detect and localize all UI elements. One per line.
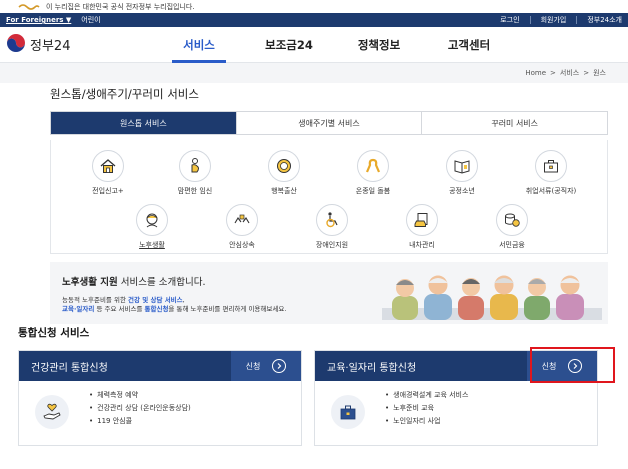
card-title: 교육·일자리 통합신청 [327, 362, 417, 374]
promo-highlight: 통합신청 [144, 305, 169, 313]
service-label: 공정소년 [449, 187, 475, 195]
baby-icon [268, 150, 300, 182]
card-item-list: 체력측정 예약 건강관리 상담 (온라인운동상담) 119 안심콜 [89, 389, 191, 428]
service-grid: 전입신고+ 맘편한 임신 행복출산 온종일 돌봄 공정소년 취업서류(공직자) … [50, 140, 608, 254]
service-label: 행복출산 [271, 187, 297, 195]
gov-banner-text: 이 누리집은 대한민국 공식 전자정부 누리집입니다. [46, 2, 195, 11]
highlight-box [530, 347, 615, 383]
intro-link[interactable]: 정부24소개 [587, 15, 622, 25]
utility-bar: For Foreigners ▼ 어린이 로그인 회원가입 정부24소개 [0, 13, 628, 27]
main-nav: 서비스 보조금24 정책정보 고객센터 [154, 27, 514, 63]
breadcrumb-services[interactable]: 서비스 [560, 68, 579, 78]
divider [529, 16, 531, 24]
card-body: 생애경력설계 교육 서비스 노후준비 교육 노인일자리 사업 [315, 381, 597, 447]
service-disability[interactable]: 장애인지원 [287, 204, 377, 258]
page: 이 누리집은 대한민국 공식 전자정부 누리집입니다. For Foreigne… [0, 0, 628, 469]
service-birth[interactable]: 행복출산 [239, 150, 329, 204]
card-health: 건강관리 통합신청 신청 체력측정 예약 건강관리 상담 (온라인운동상담) 1… [18, 350, 302, 446]
elderly-people-illustration [382, 272, 602, 324]
tab-onestop[interactable]: 원스톱 서비스 [51, 112, 237, 134]
service-tabs: 원스톱 서비스 생애주기별 서비스 꾸러미 서비스 [50, 111, 608, 135]
coins-icon [496, 204, 528, 236]
for-foreigners-link[interactable]: For Foreigners ▼ [6, 16, 71, 24]
breadcrumb: Home > 서비스 > 원스 [0, 63, 628, 83]
chevron-right-icon [272, 359, 287, 373]
promo-line-2: 교육·일자리 등 주요 서비스를 통합신청을 통해 노후준비를 편리하게 이용해… [62, 303, 286, 313]
promo-banner: 노후생활 지원 서비스를 소개합니다. 능동적 노후준비를 위한 건강 및 상담… [50, 262, 608, 324]
service-employment-docs[interactable]: 취업서류(공직자) [506, 150, 596, 204]
nav-policy[interactable]: 정책정보 [334, 27, 424, 63]
promo-title-bold: 노후생활 지원 [62, 277, 118, 288]
apply-button-health[interactable]: 신청 [231, 351, 301, 381]
nav-services[interactable]: 서비스 [154, 27, 244, 63]
breadcrumb-separator: > [550, 69, 556, 77]
card-body: 체력측정 예약 건강관리 상담 (온라인운동상담) 119 안심콜 [19, 381, 301, 447]
service-label: 취업서류(공직자) [525, 187, 577, 195]
list-item[interactable]: 건강관리 상담 (온라인운동상담) [89, 402, 191, 415]
service-label: 노후생활 [139, 241, 165, 249]
service-car[interactable]: 내차관리 [377, 204, 467, 258]
breadcrumb-current: 원스 [593, 69, 606, 77]
page-title: 원스톱/생애주기/꾸러미 서비스 [50, 87, 199, 101]
promo-highlight: 교육·일자리 [62, 305, 95, 313]
gov-mark-icon [18, 3, 40, 11]
promo-title-rest: 서비스를 소개합니다. [117, 277, 206, 288]
tab-lifecycle[interactable]: 생애주기별 서비스 [236, 112, 423, 134]
list-item[interactable]: 노후준비 교육 [385, 402, 468, 415]
taegeuk-icon [6, 33, 26, 57]
list-item[interactable]: 119 안심콜 [89, 415, 191, 428]
service-label: 전입신고+ [92, 187, 124, 195]
service-youth[interactable]: 공정소년 [417, 150, 507, 204]
promo-text: 을 통해 노후준비를 편리하게 이용해보세요. [168, 305, 287, 313]
service-pregnancy[interactable]: 맘편한 임신 [150, 150, 240, 204]
section-title: 통합신청 서비스 [18, 327, 90, 339]
heart-hand-icon [35, 395, 69, 429]
brand-logo[interactable]: 정부24 [6, 33, 154, 57]
briefcase-icon [331, 395, 365, 429]
list-item[interactable]: 체력측정 예약 [89, 389, 191, 402]
apply-label: 신청 [245, 361, 261, 371]
card-item-list: 생애경력설계 교육 서비스 노후준비 교육 노인일자리 사업 [385, 389, 468, 428]
promo-text: 등 주요 서비스를 [94, 305, 145, 313]
hands-icon [226, 204, 258, 236]
breadcrumb-separator: > [583, 69, 590, 77]
service-label: 내차관리 [409, 241, 435, 249]
briefcase-icon [535, 150, 567, 182]
service-label: 안심상속 [229, 241, 255, 249]
service-move-in[interactable]: 전입신고+ [63, 150, 153, 204]
pregnant-icon [179, 150, 211, 182]
card-title: 건강관리 통합신청 [31, 362, 108, 374]
service-label: 서민금융 [499, 241, 525, 249]
service-childcare[interactable]: 온종일 돌봄 [328, 150, 418, 204]
gov-banner: 이 누리집은 대한민국 공식 전자정부 누리집입니다. [0, 0, 628, 13]
card-header: 건강관리 통합신청 신청 [19, 351, 301, 381]
service-finance[interactable]: 서민금융 [467, 204, 557, 258]
service-retirement[interactable]: 노후생활 [107, 204, 197, 258]
list-item[interactable]: 노인일자리 사업 [385, 415, 468, 428]
header: 정부24 서비스 보조금24 정책정보 고객센터 [0, 27, 628, 63]
divider [576, 16, 578, 24]
nav-subsidy[interactable]: 보조금24 [244, 27, 334, 63]
join-link[interactable]: 회원가입 [541, 15, 567, 25]
ribbon-icon [357, 150, 389, 182]
service-inheritance[interactable]: 안심상속 [197, 204, 287, 258]
service-label: 온종일 돌봄 [355, 187, 391, 195]
book-icon [446, 150, 478, 182]
promo-title: 노후생활 지원 서비스를 소개합니다. [62, 274, 205, 288]
service-label: 장애인지원 [315, 241, 349, 249]
list-item[interactable]: 생애경력설계 교육 서비스 [385, 389, 468, 402]
service-label: 맘편한 임신 [177, 187, 213, 195]
nav-support[interactable]: 고객센터 [424, 27, 514, 63]
car-doc-icon [406, 204, 438, 236]
brand-name: 정부24 [30, 39, 71, 54]
kids-link[interactable]: 어린이 [81, 15, 100, 25]
house-icon [92, 150, 124, 182]
login-link[interactable]: 로그인 [500, 15, 519, 25]
breadcrumb-home[interactable]: Home [525, 69, 546, 77]
tab-package[interactable]: 꾸러미 서비스 [422, 112, 608, 134]
wheelchair-icon [316, 204, 348, 236]
elderly-icon [136, 204, 168, 236]
